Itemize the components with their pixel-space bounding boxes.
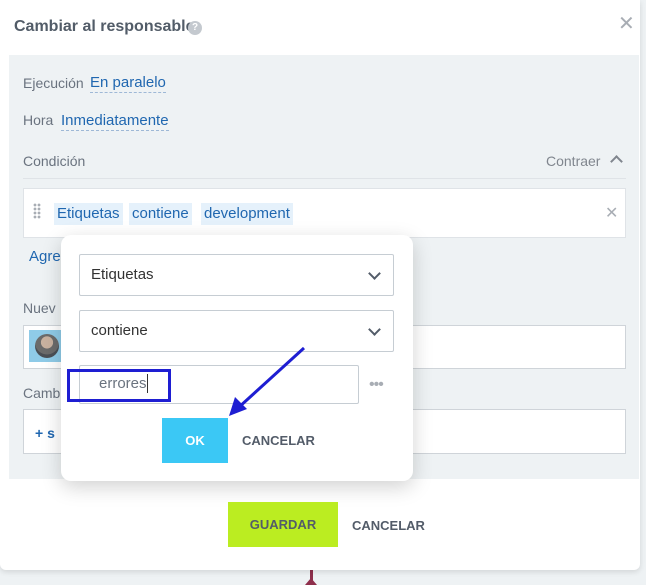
time-label: Hora: [23, 112, 54, 128]
annotation-highlight-box: [67, 369, 171, 402]
time-value-link[interactable]: Inmediatamente: [61, 112, 169, 131]
save-button[interactable]: GUARDAR: [228, 502, 338, 547]
add-condition-link[interactable]: Agre: [29, 248, 61, 265]
divider: [23, 178, 626, 179]
condition-chip-field[interactable]: Etiquetas: [54, 203, 123, 225]
popup-cancel-button[interactable]: CANCELAR: [242, 433, 315, 448]
close-icon[interactable]: ✕: [618, 14, 635, 34]
condition-chip-value[interactable]: development: [201, 203, 293, 225]
flow-connector-arrow: [305, 578, 317, 585]
dialog: Cambiar al responsable ? ✕ Ejecución En …: [0, 0, 640, 570]
more-icon[interactable]: •••: [369, 376, 384, 394]
drag-handle-icon[interactable]: [33, 203, 41, 219]
change-label: Camb: [23, 385, 61, 401]
collapse-link[interactable]: Contraer: [546, 153, 600, 169]
avatar-photo: [35, 334, 59, 358]
help-icon[interactable]: ?: [188, 21, 202, 35]
execution-value-link[interactable]: En paralelo: [90, 74, 166, 93]
ok-button[interactable]: OK: [162, 418, 228, 463]
clear-icon[interactable]: ✕: [605, 203, 618, 223]
add-field-link[interactable]: + s: [35, 425, 55, 441]
cancel-button[interactable]: CANCELAR: [352, 518, 425, 533]
field-select[interactable]: Etiquetas: [79, 254, 394, 296]
new-responsible-label: Nuev: [23, 300, 56, 316]
condition-label: Condición: [23, 153, 86, 169]
backdrop: [0, 570, 646, 585]
operator-select[interactable]: contiene: [79, 310, 394, 352]
condition-chip-operator[interactable]: contiene: [129, 203, 192, 225]
execution-label: Ejecución: [23, 75, 84, 91]
dialog-title: Cambiar al responsable: [14, 18, 195, 35]
